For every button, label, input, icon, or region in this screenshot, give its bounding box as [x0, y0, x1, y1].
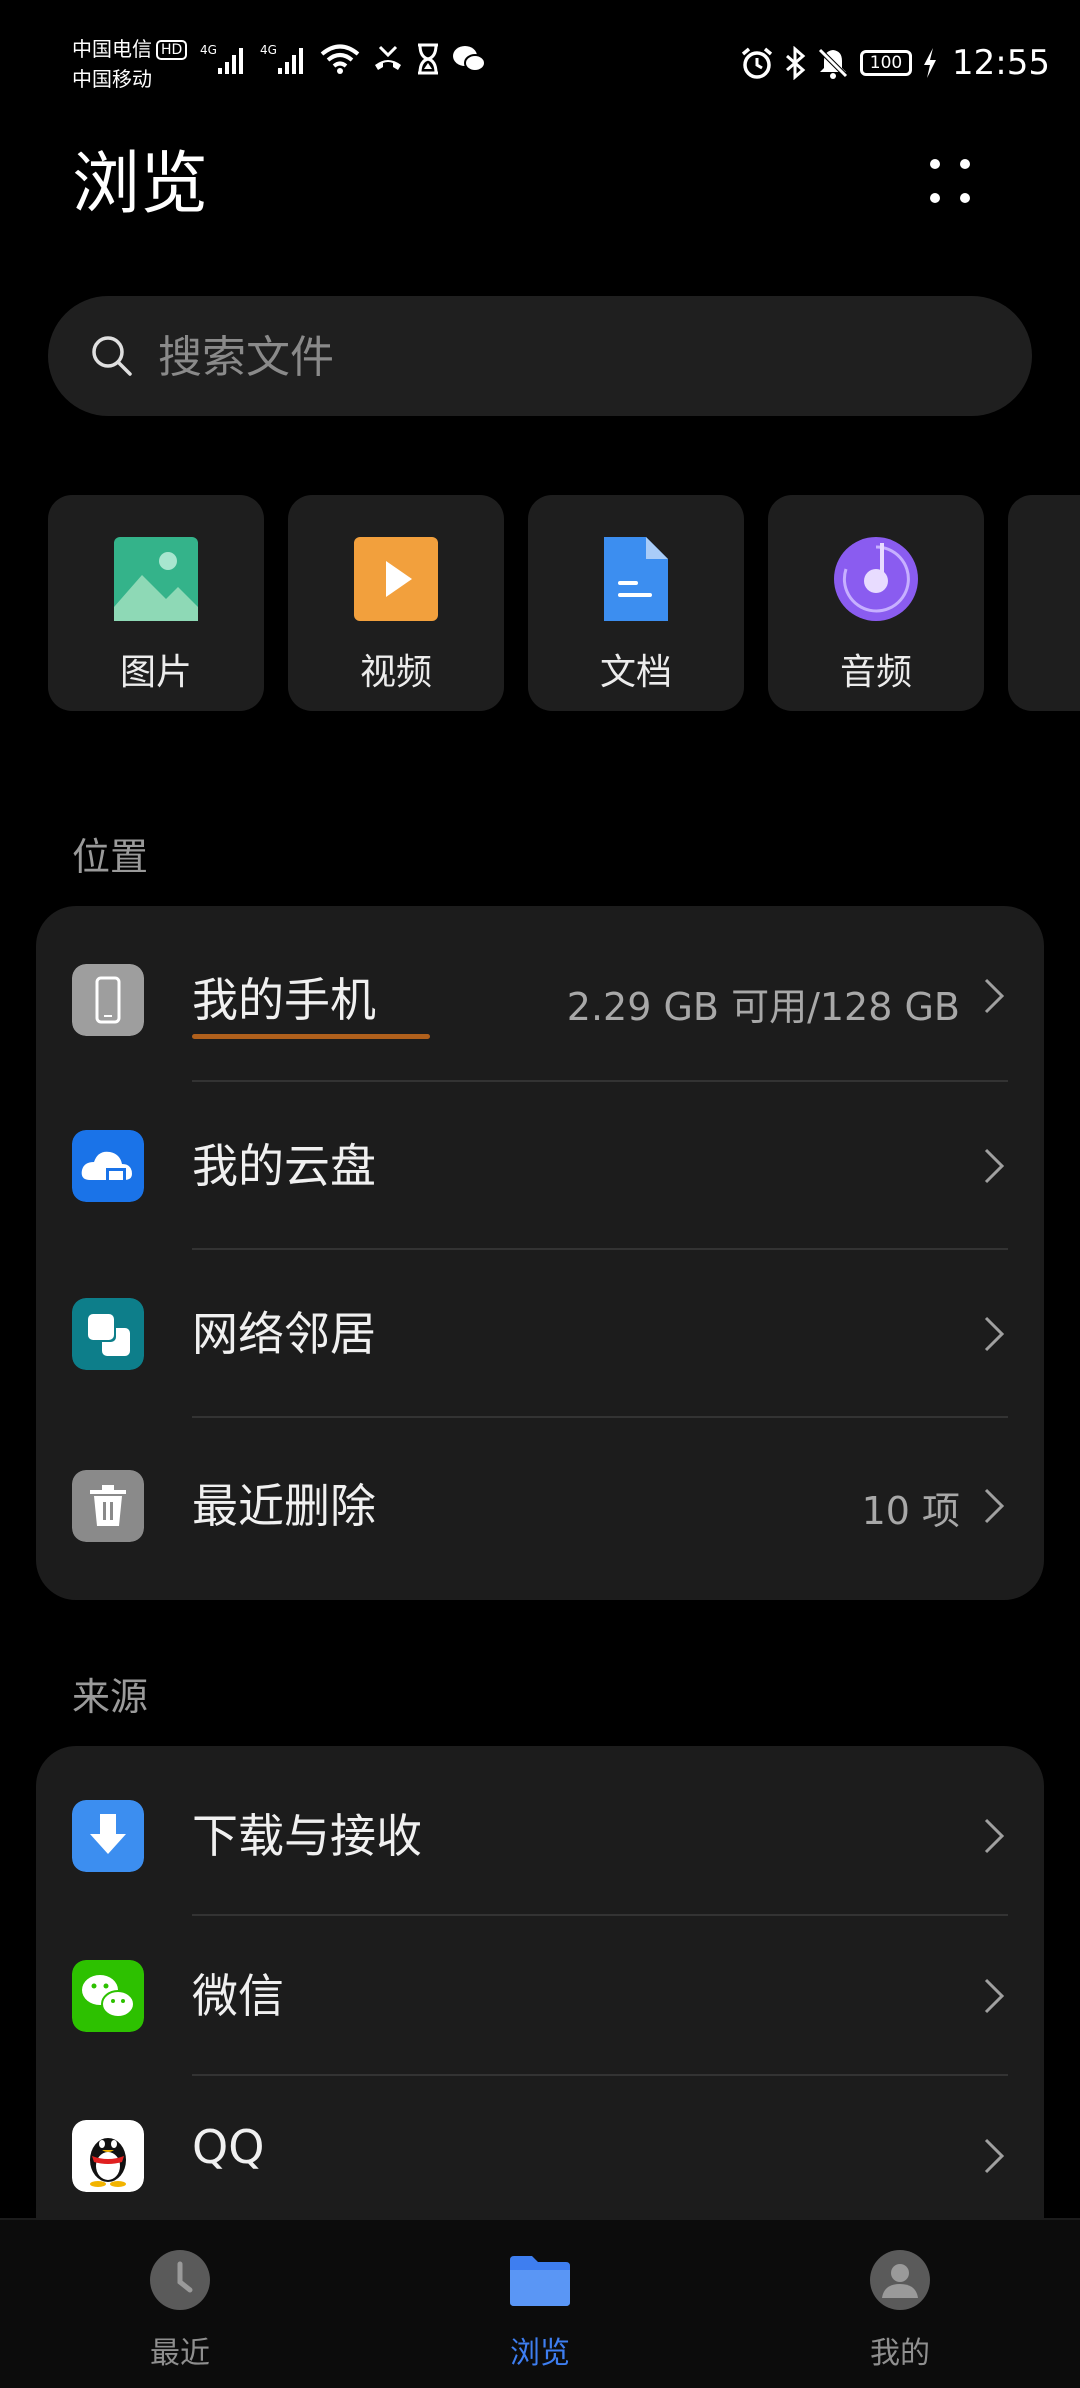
video-icon [354, 537, 438, 621]
location-recently-deleted[interactable]: 最近删除 10 项 [36, 1418, 1044, 1594]
category-label: 图片 [119, 652, 192, 693]
charging-icon [924, 48, 937, 78]
carrier-1-name: 中国电信 [72, 37, 152, 61]
bottom-navigation: 最近 浏览 我的 [0, 2218, 1080, 2388]
chevron-right-icon [984, 1316, 1005, 1352]
row-title: 微信 [192, 1969, 284, 2023]
carrier-2-name: 中国移动 [72, 67, 152, 91]
search-input[interactable] [156, 324, 980, 390]
location-my-phone[interactable]: 我的手机 2.29 GB 可用/128 GB [36, 906, 1044, 1082]
row-title: 下载与接收 [192, 1809, 422, 1863]
missed-call-icon [375, 45, 401, 70]
chevron-right-icon [984, 2138, 1005, 2174]
battery-indicator: 100 [860, 50, 913, 76]
chevron-right-icon [984, 978, 1005, 1014]
hd-badge: HD [156, 40, 188, 60]
storage-info: 2.29 GB 可用/128 GB [566, 985, 960, 1029]
signal-2-label: 4G [260, 43, 277, 57]
row-title: QQ [192, 2120, 265, 2174]
qq-icon [72, 2120, 144, 2192]
storage-usage-bar [192, 1034, 430, 1039]
mute-icon [818, 48, 848, 79]
location-network-neighbors[interactable]: 网络邻居 [36, 1250, 1044, 1418]
phone-icon [72, 964, 144, 1036]
alarm-icon [741, 47, 773, 79]
source-qq[interactable]: QQ [36, 2076, 1044, 2236]
chevron-right-icon [984, 1818, 1005, 1854]
page-title: 浏览 [72, 145, 209, 224]
status-time: 12:55 [952, 43, 1050, 83]
search-bar[interactable] [48, 296, 1032, 416]
locations-header: 位置 [72, 835, 149, 879]
download-icon [72, 1800, 144, 1872]
clock-icon [150, 2250, 210, 2310]
carrier-info: 中国电信 HD 中国移动 [72, 34, 188, 94]
wifi-icon [320, 44, 360, 74]
network-icon [72, 1298, 144, 1370]
deleted-count: 10 项 [861, 1489, 960, 1533]
row-title: 我的手机 [192, 973, 376, 1027]
nav-recent[interactable]: 最近 [70, 2220, 290, 2388]
image-icon [114, 537, 198, 621]
category-more[interactable] [1008, 495, 1080, 711]
category-documents[interactable]: 文档 [528, 495, 744, 711]
trash-icon [72, 1470, 144, 1542]
hourglass-icon [418, 43, 438, 75]
source-wechat[interactable]: 微信 [36, 1916, 1044, 2076]
signal-1-label: 4G [200, 43, 217, 57]
sources-header: 来源 [72, 1675, 149, 1719]
chevron-right-icon [984, 1978, 1005, 2014]
document-icon [604, 537, 668, 621]
category-videos[interactable]: 视频 [288, 495, 504, 711]
folder-icon [510, 2256, 570, 2306]
row-title: 最近删除 [192, 1479, 376, 1533]
status-icons-right: 100 12:55 [740, 40, 1050, 86]
location-my-cloud[interactable]: 我的云盘 [36, 1082, 1044, 1250]
status-icons-left: 4G 4G [200, 42, 486, 76]
nav-label: 我的 [870, 2336, 930, 2371]
cloud-icon [72, 1130, 144, 1202]
chevron-right-icon [984, 1488, 1005, 1524]
category-row: 图片 视频 文档 音频 [48, 495, 1080, 711]
signal-1-icon: 4G [200, 43, 243, 74]
audio-icon [834, 537, 918, 621]
profile-icon [870, 2250, 930, 2310]
category-label: 文档 [599, 652, 672, 693]
row-title: 我的云盘 [192, 1139, 376, 1193]
category-images[interactable]: 图片 [48, 495, 264, 711]
search-icon [92, 336, 132, 376]
more-options-button[interactable] [910, 150, 990, 220]
locations-card: 我的手机 2.29 GB 可用/128 GB 我的云盘 网络邻居 最近删除 10… [36, 906, 1044, 1600]
source-downloads[interactable]: 下载与接收 [36, 1746, 1044, 1916]
more-dots-icon [930, 159, 970, 203]
signal-2-icon: 4G [260, 43, 303, 74]
nav-browse[interactable]: 浏览 [430, 2220, 650, 2388]
wechat-notification-icon [453, 46, 486, 72]
file-manager-browse-screen: 中国电信 HD 中国移动 4G 4G 100 12:55 浏览 搜索文件 图片 … [0, 0, 1080, 2388]
nav-label: 最近 [150, 2336, 210, 2371]
nav-label: 浏览 [510, 2336, 570, 2371]
chevron-right-icon [984, 1148, 1005, 1184]
category-label: 音频 [839, 652, 912, 693]
category-audio[interactable]: 音频 [768, 495, 984, 711]
category-label: 视频 [359, 652, 432, 693]
nav-mine[interactable]: 我的 [790, 2220, 1010, 2388]
bluetooth-icon [786, 46, 806, 80]
sources-card: 下载与接收 微信 QQ [36, 1746, 1044, 2266]
wechat-icon [72, 1960, 144, 2032]
row-title: 网络邻居 [192, 1307, 376, 1361]
status-bar: 中国电信 HD 中国移动 4G 4G 100 12:55 [0, 0, 1080, 130]
